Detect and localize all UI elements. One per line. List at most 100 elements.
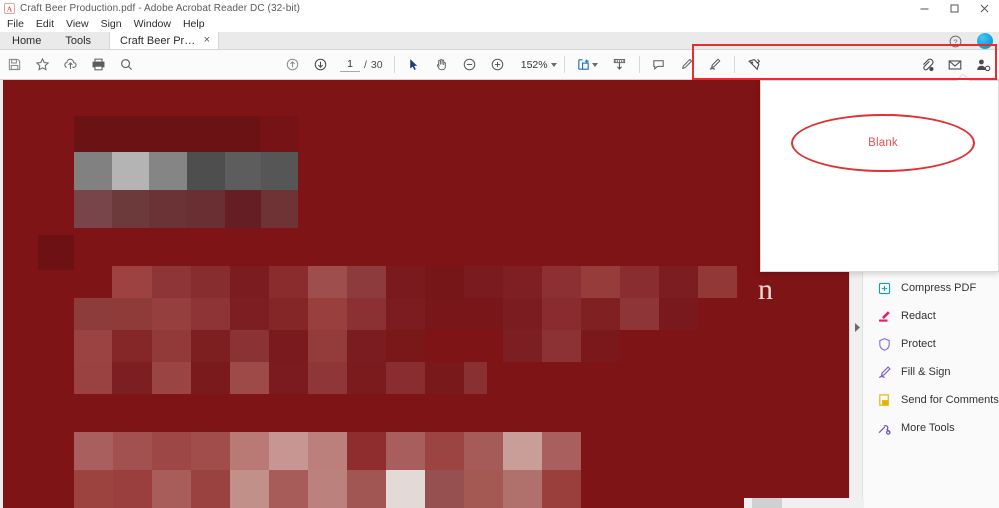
- redacted-block: [230, 330, 269, 362]
- toolbar-file-group: [0, 50, 140, 80]
- search-icon[interactable]: [112, 50, 140, 80]
- save-icon[interactable]: [0, 50, 28, 80]
- redacted-block: [464, 470, 503, 508]
- chevron-right-icon[interactable]: [852, 320, 862, 334]
- close-icon[interactable]: ×: [204, 35, 210, 46]
- redacted-block: [74, 432, 113, 470]
- attach-cloud-icon[interactable]: [913, 50, 941, 80]
- redacted-block: [308, 266, 347, 298]
- redacted-block: [386, 330, 425, 362]
- redacted-block: [191, 266, 230, 298]
- tool-item-label: Redact: [901, 310, 936, 322]
- svg-text:A: A: [7, 4, 13, 13]
- minimize-button[interactable]: [909, 0, 939, 17]
- redacted-block: [347, 362, 386, 394]
- redacted-block: [230, 298, 269, 330]
- tool-item-more-tools[interactable]: More Tools: [863, 414, 999, 442]
- tool-item-redact[interactable]: Redact: [863, 302, 999, 330]
- highlight-pen-icon[interactable]: [673, 50, 701, 80]
- annotation-preview-popup[interactable]: Blank: [760, 80, 999, 272]
- toolbar-divider-3: [638, 56, 640, 73]
- redacted-block: [269, 330, 308, 362]
- redacted-block: [113, 470, 152, 508]
- draw-pen-icon[interactable]: [701, 50, 729, 80]
- svg-text:?: ?: [953, 37, 957, 46]
- tab-strip: Home Tools Craft Beer Producti... ×: [0, 32, 999, 50]
- star-icon[interactable]: [28, 50, 56, 80]
- hand-icon[interactable]: [428, 50, 456, 80]
- tab-home[interactable]: Home: [0, 32, 53, 49]
- main-toolbar: / 30: [0, 50, 999, 80]
- horizontal-scrollbar[interactable]: [744, 498, 864, 508]
- redacted-block: [191, 298, 230, 330]
- menu-item-edit[interactable]: Edit: [30, 17, 60, 32]
- redacted-block: [503, 470, 542, 508]
- menu-item-sign[interactable]: Sign: [95, 17, 128, 32]
- redacted-block: [581, 298, 620, 330]
- redacted-block: [386, 362, 425, 394]
- toolbar-stamp-group: [740, 50, 768, 80]
- menu-item-view[interactable]: View: [60, 17, 95, 32]
- redacted-block: [113, 432, 152, 470]
- acrobat-reader-window: A Craft Beer Production.pdf - Adobe Acro…: [0, 0, 999, 508]
- redacted-block: [425, 432, 464, 470]
- redacted-block: [581, 330, 620, 362]
- redacted-block: [74, 362, 112, 394]
- menu-item-help[interactable]: Help: [177, 17, 211, 32]
- redacted-block: [191, 330, 230, 362]
- redacted-block: [425, 266, 464, 298]
- page-number-input[interactable]: [340, 57, 360, 72]
- tab-tools[interactable]: Tools: [53, 32, 103, 49]
- tool-item-protect[interactable]: Protect: [863, 330, 999, 358]
- redacted-block: [261, 152, 298, 190]
- redacted-block: [112, 266, 152, 298]
- redacted-block: [659, 266, 698, 298]
- stamp-icon[interactable]: [740, 50, 768, 80]
- window-controls: [909, 0, 999, 17]
- read-mode-icon[interactable]: [606, 50, 634, 80]
- cloud-upload-icon[interactable]: [56, 50, 84, 80]
- toolbar-divider-4: [733, 56, 735, 73]
- redacted-block: [308, 362, 347, 394]
- menu-item-file[interactable]: File: [1, 17, 30, 32]
- close-button[interactable]: [969, 0, 999, 17]
- redacted-block: [74, 470, 113, 508]
- minus-circle-icon[interactable]: [456, 50, 484, 80]
- chevron-down-icon[interactable]: [591, 62, 598, 67]
- tab-document[interactable]: Craft Beer Producti... ×: [109, 32, 220, 49]
- menu-bar: File Edit View Sign Window Help: [0, 17, 999, 32]
- cursor-arrow-icon[interactable]: [400, 50, 428, 80]
- maximize-button[interactable]: [939, 0, 969, 17]
- tool-item-label: Send for Comments: [901, 394, 999, 406]
- help-circle-icon[interactable]: ?: [945, 32, 965, 50]
- document-stray-glyph: n: [758, 273, 773, 306]
- ellipse-annotation[interactable]: Blank: [791, 114, 975, 172]
- share-user-icon[interactable]: [969, 50, 997, 80]
- document-viewport[interactable]: [0, 80, 849, 508]
- tool-item-fill-sign[interactable]: Fill & Sign: [863, 358, 999, 386]
- print-icon[interactable]: [84, 50, 112, 80]
- tool-item-send-for-comments[interactable]: Send for Comments: [863, 386, 999, 414]
- page-left-margin: [0, 80, 3, 508]
- user-avatar[interactable]: [977, 33, 993, 49]
- arrow-down-circle-icon[interactable]: [306, 50, 334, 80]
- redacted-block: [269, 432, 308, 470]
- menu-item-window[interactable]: Window: [128, 17, 177, 32]
- page-navigation: / 30: [340, 57, 383, 72]
- redacted-block: [386, 266, 425, 298]
- redacted-block: [112, 190, 149, 228]
- tool-item-compress-pdf[interactable]: Compress PDF: [863, 274, 999, 302]
- redacted-block: [386, 432, 425, 470]
- arrow-up-circle-icon[interactable]: [278, 50, 306, 80]
- redacted-block: [269, 470, 308, 508]
- scrollbar-thumb[interactable]: [752, 498, 782, 508]
- zoom-level-control[interactable]: 152%: [520, 59, 557, 71]
- tool-item-label: Protect: [901, 338, 936, 350]
- chevron-down-icon[interactable]: [550, 62, 557, 67]
- comment-icon[interactable]: [645, 50, 673, 80]
- popup-caret-icon: [956, 74, 970, 81]
- plus-circle-icon[interactable]: [484, 50, 512, 80]
- redacted-block: [152, 298, 191, 330]
- toolbar-fit-group: [570, 50, 634, 80]
- redacted-block: [38, 235, 74, 270]
